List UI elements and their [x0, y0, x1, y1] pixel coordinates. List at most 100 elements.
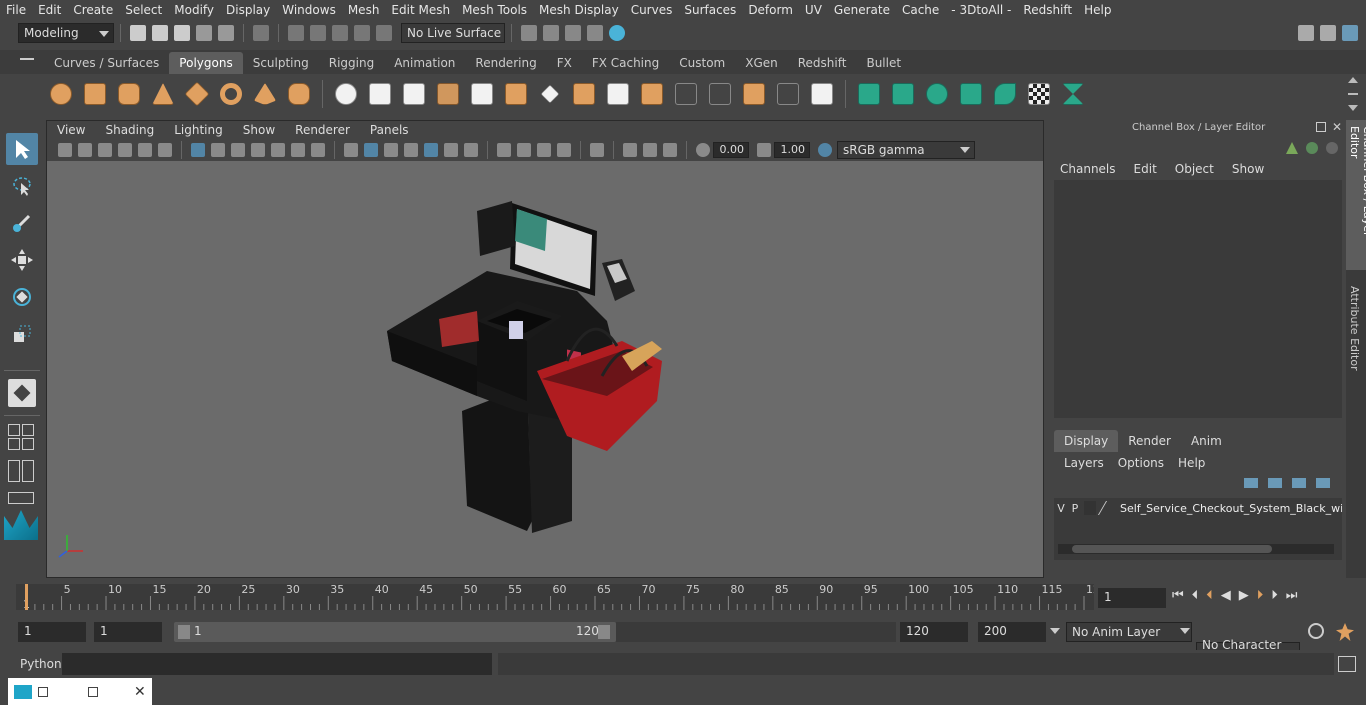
snap-grid-icon[interactable]: [288, 25, 304, 41]
uv-checker-icon[interactable]: [1025, 80, 1053, 108]
collapse-icon[interactable]: [808, 80, 836, 108]
layer-visibility[interactable]: V: [1054, 502, 1068, 515]
snap-surface-icon[interactable]: [376, 25, 392, 41]
menu-windows[interactable]: Windows: [276, 3, 342, 17]
motion-blur-icon[interactable]: [517, 143, 531, 157]
shelf-tab-redshift[interactable]: Redshift: [788, 52, 857, 74]
menu-curves[interactable]: Curves: [625, 3, 679, 17]
poly-sphere-icon[interactable]: [47, 80, 75, 108]
menu-mesh-display[interactable]: Mesh Display: [533, 3, 625, 17]
extract-icon[interactable]: [468, 80, 496, 108]
last-tool-icon[interactable]: [8, 379, 36, 407]
wireframe-icon[interactable]: [344, 143, 358, 157]
redo-icon[interactable]: [218, 25, 234, 41]
viewport-panel[interactable]: View Shading Lighting Show Renderer Panels: [46, 120, 1044, 612]
menu-file[interactable]: File: [0, 3, 32, 17]
layer-menu-layers[interactable]: Layers: [1064, 456, 1104, 470]
play-backward-icon[interactable]: ◀: [1221, 588, 1231, 603]
workspace-dropdown[interactable]: Modeling: [18, 23, 114, 43]
auto-key-icon[interactable]: [1308, 623, 1324, 639]
snap-curve-icon[interactable]: [310, 25, 326, 41]
animation-start-field[interactable]: 1: [18, 622, 86, 642]
select-hierarchy-icon[interactable]: [253, 25, 269, 41]
select-tool-icon[interactable]: [6, 133, 38, 165]
layer-menu-options[interactable]: Options: [1118, 456, 1164, 470]
channel-panel-icon[interactable]: [1342, 25, 1358, 41]
snap-point-icon[interactable]: [332, 25, 348, 41]
shelf-scroll-arrows[interactable]: [1348, 77, 1358, 111]
menu-deform[interactable]: Deform: [742, 3, 799, 17]
shelf-tab-rendering[interactable]: Rendering: [465, 52, 546, 74]
range-slider[interactable]: 1 120: [174, 622, 616, 642]
rotate-tool-icon[interactable]: [6, 281, 38, 313]
fill-hole-icon[interactable]: [638, 80, 666, 108]
menu-redshift[interactable]: Redshift: [1017, 3, 1078, 17]
anim-layer-arrow-icon[interactable]: [1180, 628, 1190, 634]
viewport-menu-show[interactable]: Show: [233, 123, 285, 137]
save-scene-icon[interactable]: [174, 25, 190, 41]
script-language-label[interactable]: Python: [20, 657, 62, 671]
menu-surfaces[interactable]: Surfaces: [678, 3, 742, 17]
poly-torus-icon[interactable]: [217, 80, 245, 108]
go-to-end-icon[interactable]: ⏭: [1286, 588, 1298, 603]
shelf-tab-sculpting[interactable]: Sculpting: [243, 52, 319, 74]
xray-icon[interactable]: [623, 143, 637, 157]
colorspace-dropdown[interactable]: sRGB gamma: [837, 141, 975, 159]
menu-edit[interactable]: Edit: [32, 3, 67, 17]
uv-cylindrical-icon[interactable]: [889, 80, 917, 108]
bookmark-icon[interactable]: [98, 143, 112, 157]
move-layer-up-icon[interactable]: [1244, 478, 1258, 488]
grease-pencil-icon[interactable]: [158, 143, 172, 157]
color-management-icon[interactable]: [818, 143, 832, 157]
isolate-select-icon[interactable]: [590, 143, 604, 157]
hypershade-icon[interactable]: [609, 25, 625, 41]
menu-mesh-tools[interactable]: Mesh Tools: [456, 3, 533, 17]
exposure-field[interactable]: 0.00: [713, 142, 749, 158]
layer-playback[interactable]: P: [1068, 502, 1082, 515]
bridge-icon[interactable]: [502, 80, 530, 108]
shelf-tab-custom[interactable]: Custom: [669, 52, 735, 74]
new-layer-selected-icon[interactable]: [1316, 478, 1330, 488]
channelbox-menu-channels[interactable]: Channels: [1060, 162, 1116, 176]
gamma-field[interactable]: 1.00: [774, 142, 810, 158]
shelf-tab-xgen[interactable]: XGen: [735, 52, 788, 74]
uv-spherical-icon[interactable]: [923, 80, 951, 108]
multi-cut-icon[interactable]: [536, 80, 564, 108]
channelbox-menu-edit[interactable]: Edit: [1134, 162, 1157, 176]
shelf-tab-curves-surfaces[interactable]: Curves / Surfaces: [44, 52, 169, 74]
xray-components-icon[interactable]: [663, 143, 677, 157]
menu-help[interactable]: Help: [1078, 3, 1117, 17]
ambient-occlusion-icon[interactable]: [497, 143, 511, 157]
current-time-marker[interactable]: [25, 584, 28, 610]
time-ruler[interactable]: 5 10 15 20 25 30 35 40 45 50 55 60 65 70 75 80 85 90 95 100…: [16, 580, 1094, 614]
layout-quad-icon[interactable]: [8, 424, 34, 450]
layer-tab-render[interactable]: Render: [1118, 430, 1181, 452]
channelbox-menu-show[interactable]: Show: [1232, 162, 1264, 176]
shelf-tab-fx[interactable]: FX: [547, 52, 582, 74]
menu-edit-mesh[interactable]: Edit Mesh: [385, 3, 456, 17]
shelf-tab-animation[interactable]: Animation: [384, 52, 465, 74]
move-layer-down-icon[interactable]: [1268, 478, 1282, 488]
menu-uv[interactable]: UV: [799, 3, 828, 17]
menu-create[interactable]: Create: [67, 3, 119, 17]
safe-action-icon[interactable]: [291, 143, 305, 157]
layer-name[interactable]: Self_Service_Checkout_System_Black_with_…: [1120, 502, 1342, 515]
bevel-icon[interactable]: [604, 80, 632, 108]
layout-split-icon[interactable]: [8, 460, 34, 482]
play-forward-icon[interactable]: ▶: [1239, 588, 1249, 603]
tab-channel-box[interactable]: Channel Box / Layer Editor: [1346, 120, 1366, 270]
step-forward-key-icon[interactable]: ⏵: [1271, 588, 1278, 603]
float-window-icon[interactable]: [1316, 122, 1326, 132]
anti-aliasing-icon[interactable]: [537, 143, 551, 157]
close-icon[interactable]: ✕: [1332, 120, 1342, 134]
uv-automatic-icon[interactable]: [957, 80, 985, 108]
grid-toggle-icon[interactable]: [191, 143, 205, 157]
shelf-tab-polygons[interactable]: Polygons: [169, 52, 243, 74]
close-window-icon[interactable]: ✕: [134, 684, 146, 700]
new-scene-icon[interactable]: [130, 25, 146, 41]
poly-plane-icon[interactable]: [183, 80, 211, 108]
step-back-key-icon[interactable]: ⏴: [1192, 588, 1199, 603]
poly-cube-icon[interactable]: [81, 80, 109, 108]
menu-display[interactable]: Display: [220, 3, 276, 17]
snap-view-icon[interactable]: [354, 25, 370, 41]
